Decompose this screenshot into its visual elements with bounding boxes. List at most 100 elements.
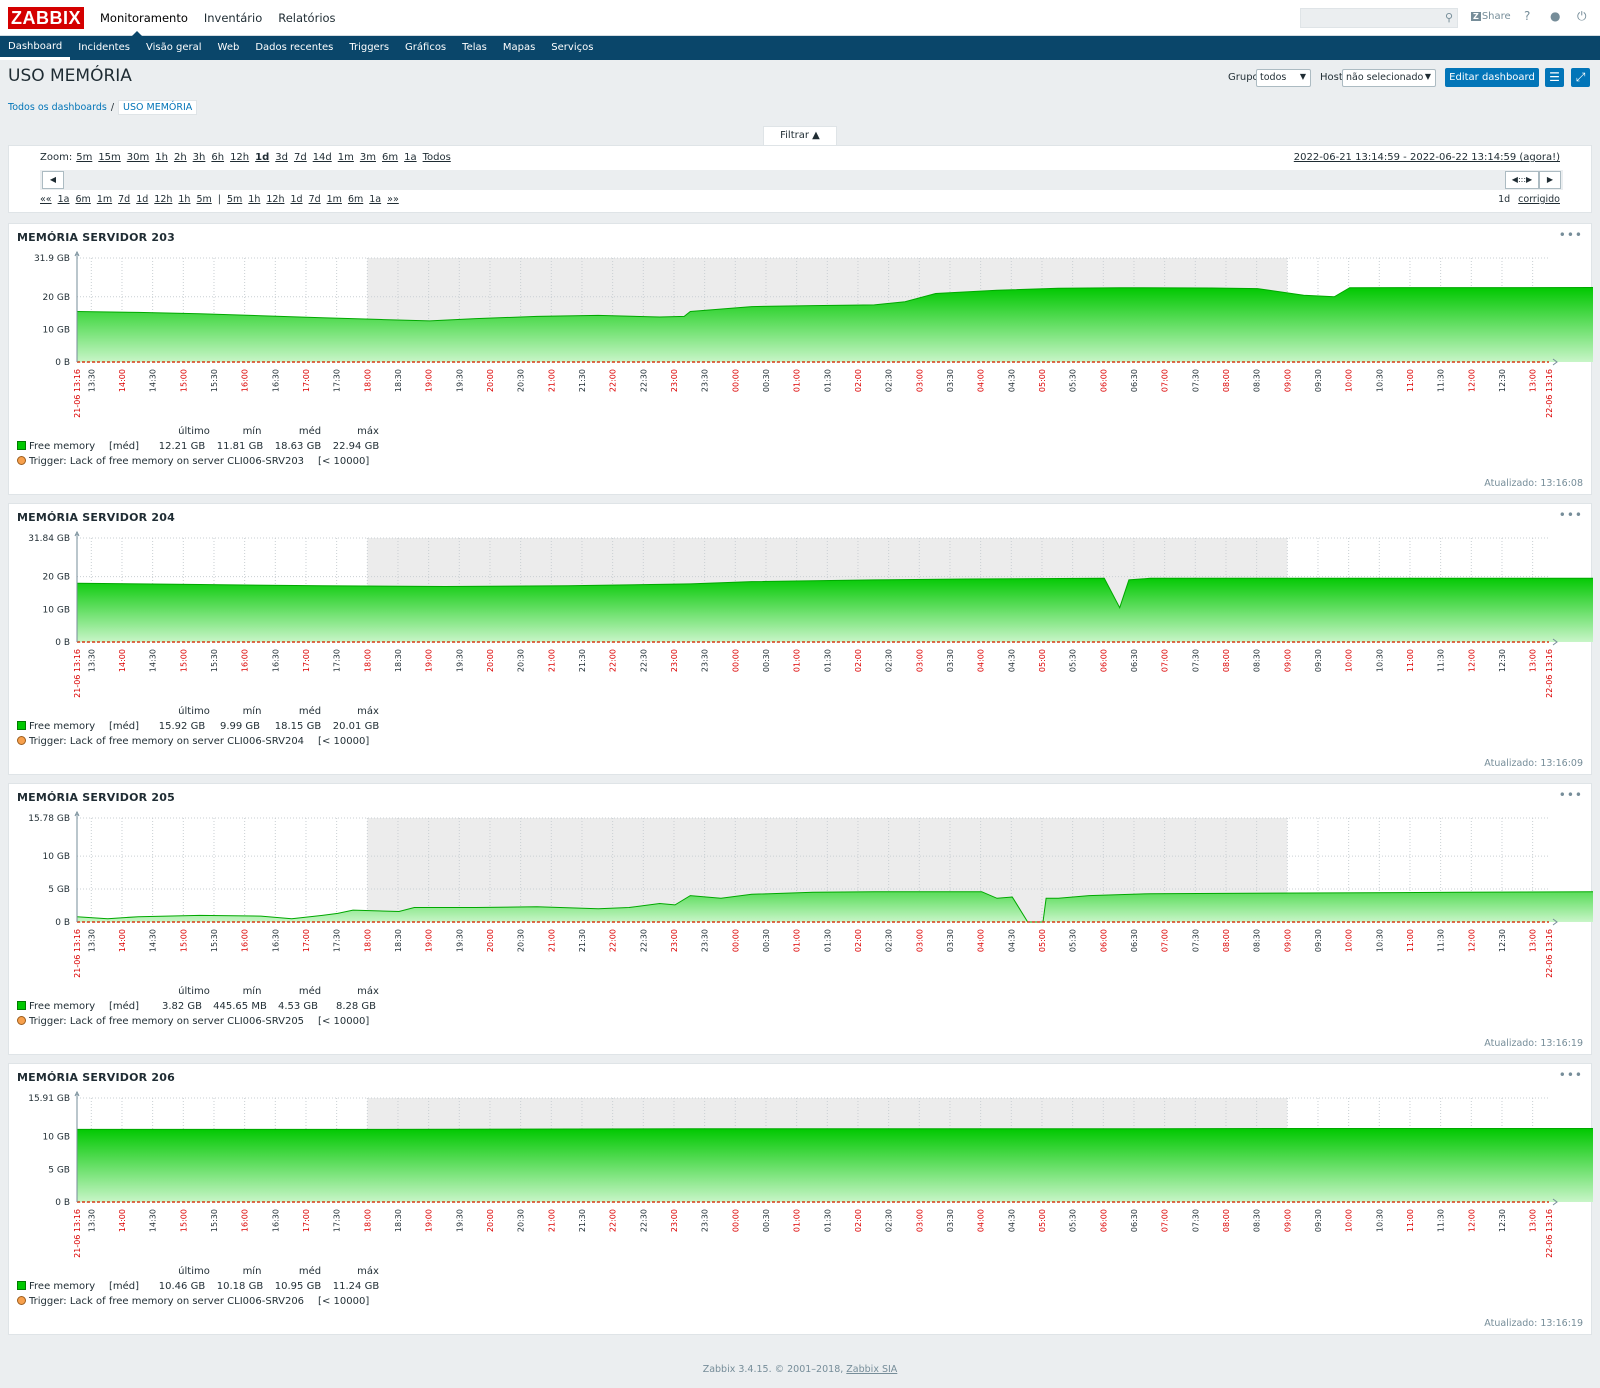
subnav-visao-geral[interactable]: Visão geral bbox=[138, 36, 210, 60]
nav-back-1[interactable]: 1a bbox=[58, 194, 70, 205]
subnav-web[interactable]: Web bbox=[210, 36, 248, 60]
zoom-option-3d[interactable]: 3d bbox=[275, 152, 288, 163]
x-tick-label: 14:00 bbox=[118, 1209, 127, 1232]
x-tick-label: 00:30 bbox=[762, 1209, 771, 1232]
widget-menu-icon[interactable]: ••• bbox=[1559, 788, 1583, 802]
zoom-option-7d[interactable]: 7d bbox=[294, 152, 307, 163]
widget-menu-icon[interactable]: ••• bbox=[1559, 508, 1583, 522]
breadcrumb-current[interactable]: USO MEMÓRIA bbox=[118, 100, 198, 115]
x-tick-label: 11:00 bbox=[1406, 1209, 1415, 1232]
fixed-period-toggle[interactable]: corrigido bbox=[1518, 194, 1560, 205]
nav-forward-6[interactable]: 6m bbox=[348, 194, 363, 205]
x-tick-label: 19:00 bbox=[425, 1209, 434, 1232]
period-length: 1d bbox=[1498, 194, 1511, 205]
x-tick-label: 08:00 bbox=[1222, 369, 1231, 392]
x-tick-label: 00:30 bbox=[762, 929, 771, 952]
subnav-incidentes[interactable]: Incidentes bbox=[70, 36, 138, 60]
zoom-option-1m[interactable]: 1m bbox=[338, 152, 354, 163]
nav-back-0[interactable]: «« bbox=[40, 194, 52, 205]
legend-series-row: Free memory [méd] 12.21 GB 11.81 GB 18.63 GB… bbox=[17, 439, 397, 454]
nav-forward-4[interactable]: 7d bbox=[309, 194, 321, 205]
legend-max: 22.94 GB bbox=[332, 441, 380, 452]
edit-dashboard-button[interactable]: Editar dashboard bbox=[1445, 68, 1539, 87]
menu-inventario[interactable]: Inventário bbox=[196, 0, 270, 36]
subnav-triggers[interactable]: Triggers bbox=[341, 36, 397, 60]
zoom-option-15m[interactable]: 15m bbox=[98, 152, 120, 163]
subnav-telas[interactable]: Telas bbox=[454, 36, 495, 60]
zoom-option-6m[interactable]: 6m bbox=[382, 152, 398, 163]
help-icon[interactable]: ? bbox=[1524, 9, 1530, 23]
nav-back-5[interactable]: 1d bbox=[136, 194, 148, 205]
zabbix-logo[interactable]: ZABBIX bbox=[8, 7, 84, 29]
nav-back-8[interactable]: 5m bbox=[196, 194, 211, 205]
fullscreen-icon[interactable]: ⤢ bbox=[1571, 68, 1590, 87]
nav-forward-0[interactable]: 5m bbox=[227, 194, 242, 205]
nav-back-6[interactable]: 12h bbox=[154, 194, 172, 205]
legend-headers: último mín méd máx bbox=[17, 704, 397, 719]
zoom-option-5m[interactable]: 5m bbox=[76, 152, 92, 163]
nav-back-7[interactable]: 1h bbox=[178, 194, 190, 205]
x-tick-label: 13:00 bbox=[1529, 1209, 1538, 1232]
nav-forward-2[interactable]: 12h bbox=[266, 194, 284, 205]
timeline-handle[interactable]: ◀:::▶ bbox=[1505, 171, 1539, 189]
zoom-option-1h[interactable]: 1h bbox=[155, 152, 168, 163]
nav-forward-1[interactable]: 1h bbox=[248, 194, 260, 205]
time-range-text[interactable]: 2022-06-21 13:14:59 - 2022-06-22 13:14:5… bbox=[1294, 152, 1560, 163]
zoom-option-14d[interactable]: 14d bbox=[313, 152, 332, 163]
x-tick-label: 22:00 bbox=[609, 649, 618, 672]
x-tick-label: 12:30 bbox=[1498, 649, 1507, 672]
zoom-option-todos[interactable]: Todos bbox=[423, 152, 451, 163]
x-tick-label: 17:30 bbox=[333, 369, 342, 392]
user-profile-icon[interactable]: ● bbox=[1550, 9, 1560, 23]
nav-forward-3[interactable]: 1d bbox=[290, 194, 302, 205]
x-tick-label: 16:30 bbox=[271, 649, 280, 672]
subnav-servicos[interactable]: Serviços bbox=[543, 36, 601, 60]
share-label: Share bbox=[1481, 11, 1511, 22]
subnav-mapas[interactable]: Mapas bbox=[495, 36, 543, 60]
x-tick-label: 17:30 bbox=[333, 649, 342, 672]
search-input[interactable]: ⚲ bbox=[1300, 8, 1458, 28]
breadcrumb-all-dashboards[interactable]: Todos os dashboards bbox=[8, 102, 107, 113]
x-tick-label: 10:00 bbox=[1345, 1209, 1354, 1232]
subnav-dashboard[interactable]: Dashboard bbox=[0, 36, 71, 60]
zoom-option-3h[interactable]: 3h bbox=[193, 152, 206, 163]
x-tick-label: 03:30 bbox=[946, 649, 955, 672]
zoom-option-1a[interactable]: 1a bbox=[404, 152, 417, 163]
nav-back-2[interactable]: 6m bbox=[76, 194, 91, 205]
legend-max: 8.28 GB bbox=[335, 1001, 377, 1012]
dashboard-list-icon[interactable]: ☰ bbox=[1545, 68, 1564, 87]
sign-out-icon[interactable]: ⏻ bbox=[1577, 9, 1587, 24]
scroll-right-button[interactable]: ▶ bbox=[1539, 171, 1561, 189]
widget-menu-icon[interactable]: ••• bbox=[1559, 228, 1583, 242]
zoom-option-30m[interactable]: 30m bbox=[127, 152, 149, 163]
subnav-dados-recentes[interactable]: Dados recentes bbox=[247, 36, 341, 60]
menu-monitoramento[interactable]: Monitoramento bbox=[92, 0, 196, 36]
group-select[interactable]: todos ▼ bbox=[1256, 69, 1311, 87]
subnav-graficos[interactable]: Gráficos bbox=[397, 36, 454, 60]
zoom-option-6h[interactable]: 6h bbox=[211, 152, 224, 163]
zoom-option-3m[interactable]: 3m bbox=[360, 152, 376, 163]
search-icon[interactable]: ⚲ bbox=[1445, 11, 1453, 24]
nav-back-4[interactable]: 7d bbox=[118, 194, 130, 205]
legend-series-row: Free memory [méd] 3.82 GB 445.65 MB 4.53 GB 8… bbox=[17, 999, 397, 1014]
trigger-condition: [< 10000] bbox=[318, 736, 370, 747]
nav-forward-7[interactable]: 1a bbox=[369, 194, 381, 205]
filter-toggle-tab[interactable]: Filtrar ▲ bbox=[763, 126, 837, 146]
legend-header-max: máx bbox=[357, 426, 379, 437]
footer-link[interactable]: Zabbix SIA bbox=[846, 1364, 897, 1375]
y-tick-label: 0 B bbox=[55, 918, 70, 928]
widget-menu-icon[interactable]: ••• bbox=[1559, 1068, 1583, 1082]
widget-title: MEMÓRIA SERVIDOR 205 bbox=[17, 791, 175, 804]
scroll-left-button[interactable]: ◀ bbox=[42, 171, 64, 189]
zoom-option-12h[interactable]: 12h bbox=[230, 152, 249, 163]
timeline-scrollbar[interactable]: ◀ ◀:::▶ ▶ bbox=[40, 170, 1563, 190]
menu-relatorios[interactable]: Relatórios bbox=[270, 0, 343, 36]
host-select[interactable]: não selecionado ▼ bbox=[1342, 69, 1436, 87]
nav-forward-5[interactable]: 1m bbox=[327, 194, 342, 205]
zoom-option-2h[interactable]: 2h bbox=[174, 152, 187, 163]
share-button[interactable]: Z Share bbox=[1471, 11, 1511, 22]
x-tick-label: 21:00 bbox=[547, 369, 556, 392]
nav-forward-8[interactable]: »» bbox=[387, 194, 399, 205]
zoom-option-1d[interactable]: 1d bbox=[255, 152, 269, 163]
nav-back-3[interactable]: 1m bbox=[97, 194, 112, 205]
